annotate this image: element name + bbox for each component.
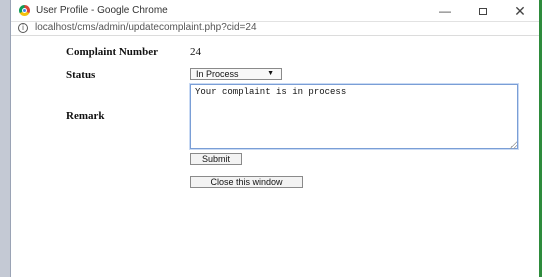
complaint-number-label: Complaint Number [66,46,158,58]
window-title: User Profile - Google Chrome [36,5,168,16]
resize-grip-icon[interactable] [509,141,517,149]
background-window-edge [0,0,11,277]
complaint-number-value: 24 [190,46,201,58]
chrome-icon [19,5,30,16]
remark-label: Remark [66,110,105,122]
info-icon[interactable]: i [18,23,28,33]
close-icon[interactable]: ✕ [505,2,535,20]
chevron-down-icon: ▼ [267,70,274,77]
close-window-button[interactable]: Close this window [190,176,303,188]
title-bar[interactable]: User Profile - Google Chrome — ✕ [11,0,539,22]
maximize-button[interactable] [468,2,498,20]
submit-button[interactable]: Submit [190,153,242,165]
page-content: Complaint Number 24 Status In Process ▼ … [11,37,539,277]
status-selected-value: In Process [196,69,239,79]
remark-textarea[interactable]: Your complaint is in process [190,84,518,149]
address-bar[interactable]: i localhost/cms/admin/updatecomplaint.ph… [11,22,539,36]
status-select[interactable]: In Process ▼ [190,68,282,80]
url-text[interactable]: localhost/cms/admin/updatecomplaint.php?… [35,22,257,33]
minimize-button[interactable]: — [430,2,460,20]
maximize-icon [479,8,487,16]
browser-window: User Profile - Google Chrome — ✕ i local… [11,0,539,277]
status-label: Status [66,69,96,81]
